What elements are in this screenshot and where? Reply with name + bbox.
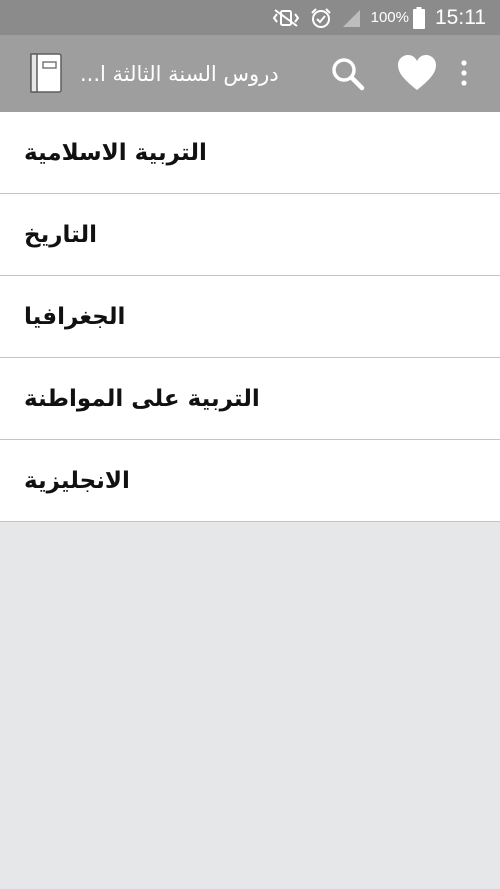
list-item-label: التربية على المواطنة: [24, 385, 260, 412]
list-item-label: التاريخ: [24, 221, 97, 248]
search-icon[interactable]: [331, 57, 365, 95]
alarm-icon: [310, 7, 332, 29]
book-icon[interactable]: [30, 53, 62, 97]
overflow-menu-icon[interactable]: [459, 59, 469, 91]
app-bar: دروس السنة الثالثة ا...: [0, 35, 500, 112]
status-bar: 100% 15:11: [0, 0, 500, 35]
battery-icon: [413, 6, 425, 29]
subject-list: التربية الاسلامية التاريخ الجغرافيا التر…: [0, 112, 500, 522]
list-item-civic-education[interactable]: التربية على المواطنة: [0, 358, 500, 440]
list-item-label: الجغرافيا: [24, 303, 126, 330]
list-item-label: الانجليزية: [24, 467, 130, 494]
page-title: دروس السنة الثالثة ا...: [80, 61, 279, 86]
list-item-islamic-education[interactable]: التربية الاسلامية: [0, 112, 500, 194]
list-item-label: التربية الاسلامية: [24, 139, 207, 166]
mute-vibrate-icon: [271, 8, 301, 28]
list-item-english[interactable]: الانجليزية: [0, 440, 500, 522]
heart-icon[interactable]: [397, 55, 437, 95]
clock: 15:11: [435, 5, 486, 29]
list-item-geography[interactable]: الجغرافيا: [0, 276, 500, 358]
signal-icon: [341, 8, 361, 28]
battery-percent: 100%: [370, 9, 409, 26]
list-item-history[interactable]: التاريخ: [0, 194, 500, 276]
